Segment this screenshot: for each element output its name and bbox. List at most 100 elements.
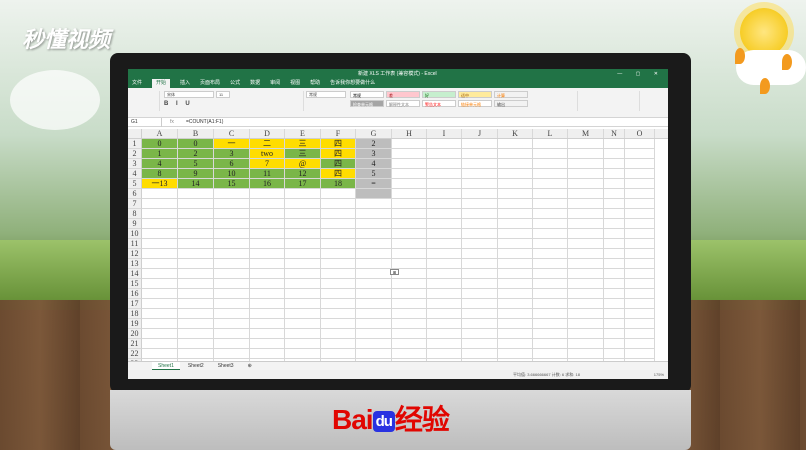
cell-B9[interactable] bbox=[178, 219, 214, 229]
cell-M10[interactable] bbox=[568, 229, 604, 239]
cell-L7[interactable] bbox=[533, 199, 568, 209]
cell-I19[interactable] bbox=[427, 319, 462, 329]
cell-D22[interactable] bbox=[250, 349, 285, 359]
cell-C12[interactable] bbox=[214, 249, 250, 259]
cell-O7[interactable] bbox=[625, 199, 655, 209]
cell-C15[interactable] bbox=[214, 279, 250, 289]
cell-D12[interactable] bbox=[250, 249, 285, 259]
cell-I9[interactable] bbox=[427, 219, 462, 229]
cell-A16[interactable] bbox=[142, 289, 178, 299]
cell-H21[interactable] bbox=[392, 339, 427, 349]
number-format-select[interactable]: 常规 bbox=[306, 91, 346, 98]
cell-M7[interactable] bbox=[568, 199, 604, 209]
cell-L5[interactable] bbox=[533, 179, 568, 189]
cell-K15[interactable] bbox=[498, 279, 533, 289]
cell-A10[interactable] bbox=[142, 229, 178, 239]
cell-J9[interactable] bbox=[462, 219, 498, 229]
cell-N8[interactable] bbox=[604, 209, 625, 219]
cell-E13[interactable] bbox=[285, 259, 321, 269]
cell-L2[interactable] bbox=[533, 149, 568, 159]
tab-8[interactable]: 帮助 bbox=[310, 79, 320, 88]
cell-H4[interactable] bbox=[392, 169, 427, 179]
cell-M16[interactable] bbox=[568, 289, 604, 299]
cells-group[interactable] bbox=[538, 91, 578, 111]
cell-I21[interactable] bbox=[427, 339, 462, 349]
cell-L6[interactable] bbox=[533, 189, 568, 199]
cell-I13[interactable] bbox=[427, 259, 462, 269]
cell-G2[interactable]: 3 bbox=[356, 149, 392, 159]
cell-C7[interactable] bbox=[214, 199, 250, 209]
cell-C18[interactable] bbox=[214, 309, 250, 319]
cell-M17[interactable] bbox=[568, 299, 604, 309]
cell-K7[interactable] bbox=[498, 199, 533, 209]
cell-G11[interactable] bbox=[356, 239, 392, 249]
cell-H15[interactable] bbox=[392, 279, 427, 289]
cell-D6[interactable] bbox=[250, 189, 285, 199]
row-header[interactable]: 7 bbox=[128, 199, 142, 209]
cell-J17[interactable] bbox=[462, 299, 498, 309]
cell-H9[interactable] bbox=[392, 219, 427, 229]
cell-N14[interactable] bbox=[604, 269, 625, 279]
cell-H2[interactable] bbox=[392, 149, 427, 159]
cell-F9[interactable] bbox=[321, 219, 356, 229]
row-header[interactable]: 19 bbox=[128, 319, 142, 329]
cell-H17[interactable] bbox=[392, 299, 427, 309]
cell-N4[interactable] bbox=[604, 169, 625, 179]
cell-I8[interactable] bbox=[427, 209, 462, 219]
cell-A5[interactable]: 一13 bbox=[142, 179, 178, 189]
cell-J3[interactable] bbox=[462, 159, 498, 169]
row-header[interactable]: 3 bbox=[128, 159, 142, 169]
cell-M2[interactable] bbox=[568, 149, 604, 159]
cell-G17[interactable] bbox=[356, 299, 392, 309]
fx-icon[interactable]: fx bbox=[162, 119, 182, 125]
cell-O3[interactable] bbox=[625, 159, 655, 169]
cell-B3[interactable]: 5 bbox=[178, 159, 214, 169]
cell-L9[interactable] bbox=[533, 219, 568, 229]
cell-B21[interactable] bbox=[178, 339, 214, 349]
cell-F20[interactable] bbox=[321, 329, 356, 339]
cell-C14[interactable] bbox=[214, 269, 250, 279]
cell-F10[interactable] bbox=[321, 229, 356, 239]
cell-E7[interactable] bbox=[285, 199, 321, 209]
cell-K6[interactable] bbox=[498, 189, 533, 199]
cell-N1[interactable] bbox=[604, 139, 625, 149]
cell-L22[interactable] bbox=[533, 349, 568, 359]
cell-C5[interactable]: 15 bbox=[214, 179, 250, 189]
column-header-H[interactable]: H bbox=[392, 129, 427, 138]
cell-N12[interactable] bbox=[604, 249, 625, 259]
cell-A19[interactable] bbox=[142, 319, 178, 329]
cell-J21[interactable] bbox=[462, 339, 498, 349]
cell-H5[interactable] bbox=[392, 179, 427, 189]
cell-style-5[interactable]: 检查单元格 bbox=[350, 100, 384, 107]
cell-M20[interactable] bbox=[568, 329, 604, 339]
cell-A2[interactable]: 1 bbox=[142, 149, 178, 159]
cell-O12[interactable] bbox=[625, 249, 655, 259]
cell-I7[interactable] bbox=[427, 199, 462, 209]
cell-style-3[interactable]: 适中 bbox=[458, 91, 492, 98]
cell-K4[interactable] bbox=[498, 169, 533, 179]
cell-style-0[interactable]: 常规 bbox=[350, 91, 384, 98]
cell-A12[interactable] bbox=[142, 249, 178, 259]
cell-E18[interactable] bbox=[285, 309, 321, 319]
cell-F14[interactable] bbox=[321, 269, 356, 279]
cell-F12[interactable] bbox=[321, 249, 356, 259]
font-name-select[interactable]: 宋体 bbox=[164, 91, 214, 98]
cell-J19[interactable] bbox=[462, 319, 498, 329]
cell-M8[interactable] bbox=[568, 209, 604, 219]
cell-N15[interactable] bbox=[604, 279, 625, 289]
cell-B6[interactable] bbox=[178, 189, 214, 199]
cell-O13[interactable] bbox=[625, 259, 655, 269]
cell-K2[interactable] bbox=[498, 149, 533, 159]
cell-D16[interactable] bbox=[250, 289, 285, 299]
cell-F7[interactable] bbox=[321, 199, 356, 209]
cell-B2[interactable]: 2 bbox=[178, 149, 214, 159]
cell-G10[interactable] bbox=[356, 229, 392, 239]
cell-G21[interactable] bbox=[356, 339, 392, 349]
tab-4[interactable]: 公式 bbox=[230, 79, 240, 88]
cell-C9[interactable] bbox=[214, 219, 250, 229]
cell-G13[interactable] bbox=[356, 259, 392, 269]
cell-J11[interactable] bbox=[462, 239, 498, 249]
row-header[interactable]: 20 bbox=[128, 329, 142, 339]
cell-A14[interactable] bbox=[142, 269, 178, 279]
cell-I15[interactable] bbox=[427, 279, 462, 289]
